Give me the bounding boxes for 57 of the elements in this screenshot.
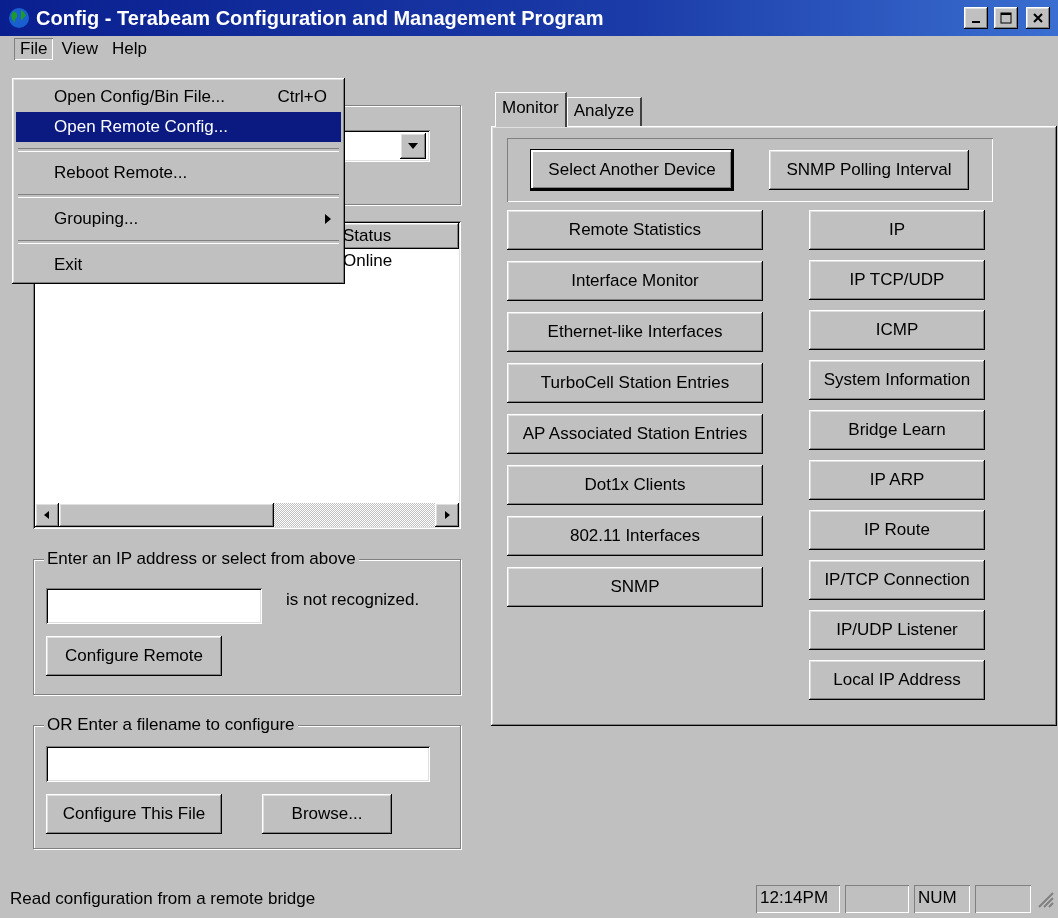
monitor-button[interactable]: IP ARP: [809, 460, 985, 500]
monitor-button[interactable]: Interface Monitor: [507, 261, 763, 301]
toolbar-button[interactable]: SNMP Polling Interval: [769, 150, 969, 190]
menu-title[interactable]: File: [14, 38, 54, 60]
minimize-button[interactable]: [964, 7, 988, 29]
monitor-button[interactable]: IP Route: [809, 510, 985, 550]
monitor-button[interactable]: Local IP Address: [809, 660, 985, 700]
monitor-button[interactable]: AP Associated Station Entries: [507, 414, 763, 454]
monitor-button[interactable]: System Information: [809, 360, 985, 400]
menu-item[interactable]: Exit: [16, 250, 341, 280]
monitor-button[interactable]: IP/TCP Connection: [809, 560, 985, 600]
maximize-icon: [1000, 12, 1012, 24]
monitor-button[interactable]: Remote Statistics: [507, 210, 763, 250]
menu-item[interactable]: Reboot Remote...: [16, 158, 341, 188]
monitor-button[interactable]: SNMP: [507, 567, 763, 607]
group-label: OR Enter a filename to configure: [44, 715, 298, 735]
monitor-button[interactable]: 802.11 Interfaces: [507, 516, 763, 556]
filename-field[interactable]: [46, 746, 430, 782]
resize-grip-icon[interactable]: [1036, 890, 1054, 908]
menu-title[interactable]: View: [55, 38, 104, 60]
monitor-button[interactable]: Ethernet-like Interfaces: [507, 312, 763, 352]
status-message: Read configuration from a remote bridge: [10, 889, 317, 909]
monitor-button[interactable]: ICMP: [809, 310, 985, 350]
tab[interactable]: Monitor: [495, 92, 567, 127]
monitor-button[interactable]: IP: [809, 210, 985, 250]
browse-button[interactable]: Browse...: [262, 794, 392, 834]
status-pane: NUM: [914, 885, 970, 913]
close-button[interactable]: [1026, 7, 1050, 29]
monitor-button[interactable]: Bridge Learn: [809, 410, 985, 450]
close-icon: [1032, 12, 1044, 24]
monitor-button[interactable]: TurboCell Station Entries: [507, 363, 763, 403]
horizontal-scrollbar[interactable]: [35, 503, 459, 527]
ip-address-field[interactable]: [46, 588, 262, 624]
window-title: Config - Terabeam Configuration and Management Program: [36, 6, 605, 30]
scroll-right-icon: [443, 510, 451, 520]
minimize-icon: [972, 21, 980, 23]
menu-title[interactable]: Help: [105, 38, 153, 60]
status-pane: 12:14PM: [756, 885, 840, 913]
caret-down-icon: [407, 142, 419, 150]
status-pane: [975, 885, 1031, 913]
monitor-button[interactable]: Dot1x Clients: [507, 465, 763, 505]
menu-item[interactable]: Open Config/Bin File... Ctrl+O: [16, 82, 341, 112]
scroll-left-icon: [43, 510, 51, 520]
configure-remote-button[interactable]: Configure Remote: [46, 636, 222, 676]
tab[interactable]: Analyze: [566, 97, 643, 126]
status-note: is not recognized.: [286, 590, 420, 610]
menu-item[interactable]: Grouping...: [16, 204, 341, 234]
toolbar-button[interactable]: Select Another Device: [531, 150, 733, 190]
status-pane: [845, 885, 909, 913]
menu-item[interactable]: Open Remote Config...: [16, 112, 341, 142]
monitor-button[interactable]: IP/UDP Listener: [809, 610, 985, 650]
globe-icon: [8, 7, 30, 29]
dropdown-button[interactable]: [400, 133, 426, 159]
monitor-button[interactable]: IP TCP/UDP: [809, 260, 985, 300]
table-cell-text: Online: [342, 250, 394, 272]
maximize-button[interactable]: [994, 7, 1018, 29]
configure-file-button[interactable]: Configure This File: [46, 794, 222, 834]
